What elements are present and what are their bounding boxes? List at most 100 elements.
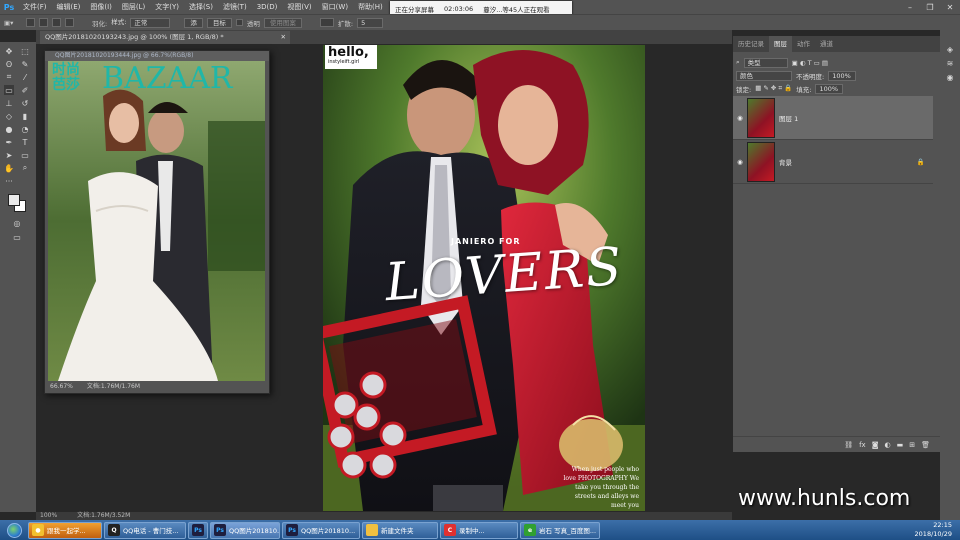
quick-select-icon[interactable]: ✎ (20, 59, 30, 69)
minimize-icon[interactable]: – (900, 0, 920, 14)
floating-document-window[interactable]: QQ图片20181020193444.jpg @ 66.7%(RGB/8) 时尚… (44, 50, 270, 394)
use-pattern-button[interactable]: 使用图案 (263, 17, 302, 28)
stamp-icon[interactable]: ⊥ (4, 98, 14, 108)
tab-actions[interactable]: 动作 (792, 36, 815, 52)
delete-layer-icon[interactable]: 🗑 (921, 441, 930, 449)
fill-label: 填充: (796, 85, 812, 94)
taskbar-item[interactable]: e 岩石 写真_百度图... (520, 521, 600, 539)
visibility-eye-icon[interactable]: ◉ (733, 158, 747, 166)
pattern-swatch[interactable] (319, 18, 334, 27)
floating-zoom[interactable]: 66.67% (50, 382, 73, 392)
menu-type[interactable]: 文字(Y) (150, 2, 184, 12)
quick-mask-icon[interactable]: ◎ (12, 218, 22, 228)
menu-file[interactable]: 文件(F) (18, 2, 52, 12)
taskbar-item[interactable]: 新建文件夹 (362, 521, 438, 539)
menu-select[interactable]: 选择(S) (184, 2, 218, 12)
crop-icon[interactable]: ⌗ (4, 72, 14, 82)
lock-icons[interactable]: ▦ ✎ ✥ ⌗ 🔒 (755, 84, 792, 93)
new-layer-icon[interactable]: ⊞ (909, 441, 915, 449)
start-button[interactable] (0, 520, 28, 540)
layers-panel-icon[interactable]: ≋ (945, 58, 955, 68)
patch-icon[interactable]: ▭ (4, 85, 14, 95)
dodge-icon[interactable]: ◔ (20, 124, 30, 134)
share-viewers: 蔓汐...等45人正在观看 (483, 5, 550, 14)
hand-icon[interactable]: ✋ (4, 163, 14, 173)
menu-filter[interactable]: 滤镜(T) (218, 2, 252, 12)
more-tools-icon[interactable]: ··· (4, 176, 14, 186)
menu-image[interactable]: 图像(I) (85, 2, 117, 12)
move-icon[interactable]: ✥ (4, 46, 14, 56)
transparent-checkbox[interactable] (235, 19, 243, 26)
close-icon[interactable]: ✕ (940, 0, 960, 14)
mode-subtract-icon[interactable] (52, 18, 61, 27)
mode-add-icon[interactable] (39, 18, 48, 27)
adjustment-layer-icon[interactable]: ◐ (885, 441, 891, 449)
main-canvas-image[interactable]: hello, instyleift.girl JANIERO FOR LOVER… (323, 45, 645, 511)
gradient-icon[interactable]: ▮ (20, 111, 30, 121)
window-controls: – ❐ ✕ (900, 0, 960, 14)
menu-3d[interactable]: 3D(D) (252, 3, 283, 11)
eraser-icon[interactable]: ◇ (4, 111, 14, 121)
marquee-icon[interactable]: ⬚ (20, 46, 30, 56)
taskbar-item[interactable]: ● 跟我一起学... (28, 521, 102, 539)
filter-row: ⌕ 类型 ▣ ◐ T ▭ ▤ (736, 57, 828, 68)
3d-panel-icon[interactable]: ◈ (945, 44, 955, 54)
document-tab[interactable]: QQ图片20181020193243.jpg @ 100% (图层 1, RGB… (40, 31, 290, 44)
taskbar-item[interactable]: Ps QQ图片201810... (282, 521, 360, 539)
brush-icon[interactable]: ✐ (20, 85, 30, 95)
zoom-level[interactable]: 100% (40, 512, 57, 520)
source-button[interactable]: 添 (184, 17, 203, 28)
link-layers-icon[interactable]: ⛓ (844, 441, 853, 449)
zoom-icon[interactable]: ⌕ (20, 163, 30, 173)
layer-name[interactable]: 背景 (779, 157, 792, 167)
mode-new-icon[interactable] (26, 18, 35, 27)
target-button[interactable]: 目标 (206, 17, 232, 28)
layer-name[interactable]: 图层 1 (779, 113, 798, 123)
opacity-input[interactable]: 100% (828, 70, 857, 81)
spread-input[interactable]: 5 (357, 17, 384, 28)
shape-icon[interactable]: ▭ (20, 150, 30, 160)
style-select[interactable]: 正常 (130, 17, 171, 28)
properties-panel-icon[interactable]: ◉ (945, 72, 955, 82)
new-group-icon[interactable]: ▬ (897, 441, 904, 449)
taskbar-item[interactable]: Q QQ电话 - 曹门技... (104, 521, 186, 539)
eyedropper-icon[interactable]: ⁄ (20, 72, 30, 82)
close-tab-icon[interactable]: ✕ (281, 31, 286, 44)
blur-icon[interactable]: ● (4, 124, 14, 134)
menu-window[interactable]: 窗口(W) (317, 2, 353, 12)
floating-doc-image[interactable]: 时尚芭莎 BAZAAR (48, 61, 265, 381)
menu-layer[interactable]: 图层(L) (117, 2, 150, 12)
menu-edit[interactable]: 编辑(E) (52, 2, 86, 12)
tab-history[interactable]: 历史记录 (733, 36, 769, 52)
blend-mode-select[interactable]: 颜色 (736, 70, 792, 81)
foreground-color-swatch[interactable] (8, 194, 20, 206)
add-mask-icon[interactable]: ◙ (872, 441, 879, 449)
taskbar-item[interactable]: Ps QQ图片201810... (210, 521, 280, 539)
photoshop-icon: Ps (214, 524, 226, 536)
fill-input[interactable]: 100% (815, 83, 844, 94)
windows-taskbar: ● 跟我一起学... Q QQ电话 - 曹门技... Ps Ps QQ图片201… (0, 520, 960, 540)
type-icon[interactable]: T (20, 137, 30, 147)
menu-help[interactable]: 帮助(H) (353, 2, 388, 12)
tab-layers[interactable]: 图层 (769, 36, 792, 52)
floating-doc-title[interactable]: QQ图片20181020193444.jpg @ 66.7%(RGB/8) (45, 51, 269, 61)
menu-view[interactable]: 视图(V) (282, 2, 316, 12)
path-select-icon[interactable]: ➤ (4, 150, 14, 160)
tab-channels[interactable]: 通道 (815, 36, 838, 52)
history-brush-icon[interactable]: ↺ (20, 98, 30, 108)
layer-style-icon[interactable]: fx (859, 441, 866, 449)
tool-preset-icon[interactable]: ▣▾ (4, 19, 22, 27)
lasso-icon[interactable]: ʘ (4, 59, 14, 69)
filter-type-select[interactable]: 类型 (743, 57, 788, 68)
restore-icon[interactable]: ❐ (920, 0, 940, 14)
layer-row[interactable]: ◉ 图层 1 (733, 96, 933, 140)
filter-icons[interactable]: ▣ ◐ T ▭ ▤ (792, 59, 828, 67)
visibility-eye-icon[interactable]: ◉ (733, 114, 747, 122)
taskbar-item[interactable]: Ps (188, 521, 208, 539)
layer-row[interactable]: ◉ 背景 🔒 (733, 140, 933, 184)
screen-mode-icon[interactable]: ▭ (12, 232, 22, 242)
mode-intersect-icon[interactable] (65, 18, 74, 27)
pen-icon[interactable]: ✒ (4, 137, 14, 147)
system-clock[interactable]: 22:15 2018/10/29 (915, 521, 952, 539)
taskbar-item[interactable]: C 录制中... (440, 521, 518, 539)
